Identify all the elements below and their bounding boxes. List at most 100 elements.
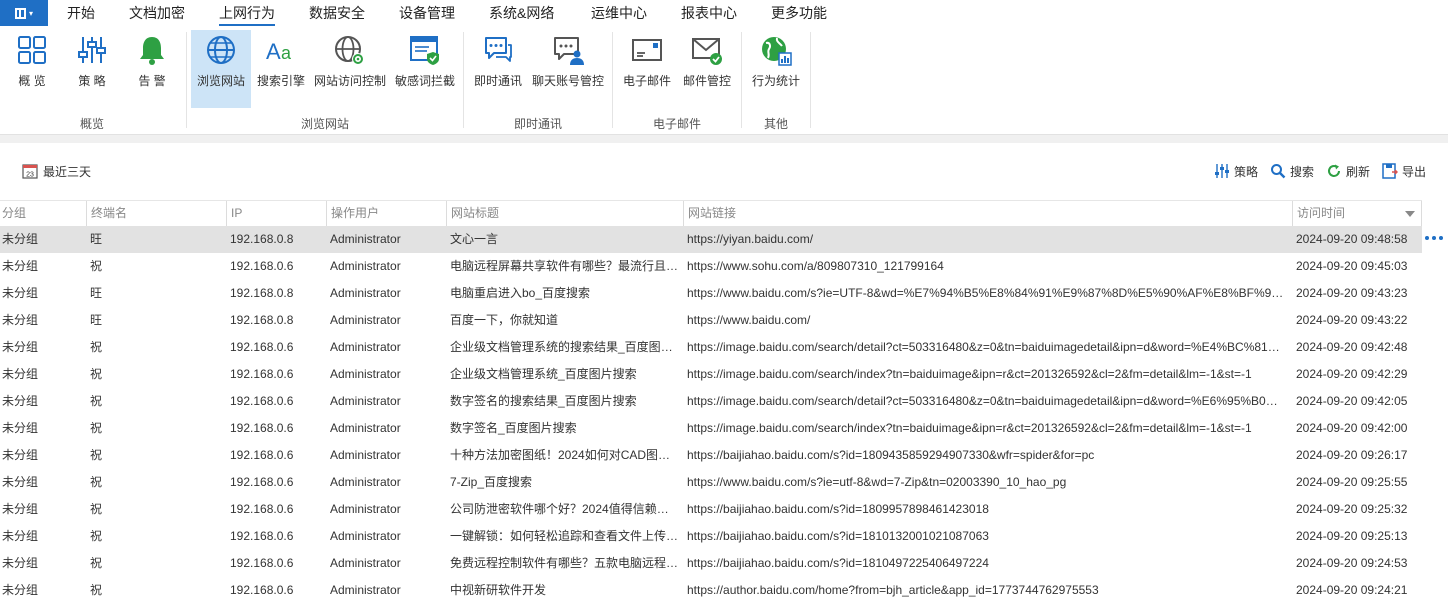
cell-url: https://baijiahao.baidu.com/s?id=1809435… — [687, 448, 1095, 462]
ribbon-email-button[interactable]: 电子邮件 — [619, 30, 675, 108]
group-label-other: 其他 — [763, 117, 788, 131]
ribbon-email-control-button[interactable]: 邮件管控 — [679, 30, 735, 108]
cell-terminal: 祝 — [90, 502, 103, 516]
column-header-time[interactable]: 访问时间 — [1292, 201, 1422, 226]
table-row[interactable]: 未分组 祝 192.168.0.6 Administrator 数字签名的搜索结果_百度… — [0, 388, 1422, 415]
menu-tab-data-security[interactable]: 数据安全 — [309, 0, 365, 26]
ribbon-alarm-button[interactable]: 告 警 — [126, 30, 178, 108]
table-row[interactable]: 未分组 祝 192.168.0.6 Administrator 公司防泄密软件哪个好？2… — [0, 496, 1422, 523]
table-row[interactable]: 未分组 祝 192.168.0.6 Administrator 中视新研软件开发 http… — [0, 577, 1422, 604]
column-header-url[interactable]: 网站链接 — [683, 201, 1292, 226]
menu-tab-internet-behavior[interactable]: 上网行为 — [219, 0, 275, 26]
table-row[interactable]: 未分组 旺 192.168.0.8 Administrator 文心一言 https://… — [0, 226, 1443, 253]
column-header-ip[interactable]: IP — [226, 201, 326, 226]
table-row[interactable]: 未分组 祝 192.168.0.6 Administrator 数字签名_百度图片搜索 h… — [0, 415, 1422, 442]
ribbon-instant-message-button[interactable]: 即时通讯 — [470, 30, 526, 108]
cell-title: 数字签名_百度图片搜索 — [450, 421, 577, 435]
menu-tab-more[interactable]: 更多功能 — [771, 0, 827, 26]
cell-group: 未分组 — [2, 421, 39, 435]
sensitive-word-icon — [410, 36, 439, 65]
table-row[interactable]: 未分组 祝 192.168.0.6 Administrator 免费远程控制软件有哪些？… — [0, 550, 1422, 577]
cell-time: 2024-09-20 09:25:32 — [1296, 502, 1408, 516]
ribbon-chat-account-button[interactable]: 聊天账号管控 — [530, 30, 606, 108]
cell-user: Administrator — [330, 448, 401, 462]
group-separator — [741, 32, 742, 128]
ribbon-bottom-strip — [0, 135, 1448, 143]
cell-terminal: 祝 — [90, 529, 103, 543]
cell-ip: 192.168.0.8 — [230, 286, 294, 300]
table-row[interactable]: 未分组 祝 192.168.0.6 Administrator 十种方法加密图纸！202… — [0, 442, 1422, 469]
ribbon-policy-button[interactable]: 策 略 — [66, 30, 118, 108]
cell-title: 企业级文档管理系统的搜索结果_百度图片搜索 — [450, 340, 679, 354]
export-button[interactable]: 导出 — [1382, 163, 1426, 180]
ribbon-button-label: 策 略 — [78, 74, 106, 88]
cell-time: 2024-09-20 09:25:55 — [1296, 475, 1408, 489]
cell-ip: 192.168.0.6 — [230, 367, 294, 381]
table-row[interactable]: 未分组 旺 192.168.0.8 Administrator 百度一下，你就知道 htt… — [0, 307, 1422, 334]
date-range-selector[interactable]: 23 最近三天 — [22, 161, 91, 181]
column-header-title[interactable]: 网站标题 — [446, 201, 683, 226]
cell-title: 电脑重启进入bo_百度搜索 — [450, 286, 591, 300]
cell-title: 公司防泄密软件哪个好？2024值得信赖的防泄密软件 — [450, 502, 679, 516]
app-menu-button[interactable]: ▾ — [0, 0, 48, 26]
cell-terminal: 祝 — [90, 367, 103, 381]
cell-time: 2024-09-20 09:42:29 — [1296, 367, 1408, 381]
cell-group: 未分组 — [2, 556, 39, 570]
table-row[interactable]: 未分组 祝 192.168.0.6 Administrator 企业级文档管理系统的搜索… — [0, 334, 1422, 361]
ribbon-sensitive-word-button[interactable]: 敏感词拦截 — [392, 30, 458, 108]
cell-terminal: 祝 — [90, 583, 103, 597]
ribbon-browse-website-button[interactable]: 浏览网站 — [191, 30, 251, 108]
column-header-user[interactable]: 操作用户 — [326, 201, 446, 226]
cell-ip: 192.168.0.6 — [230, 259, 294, 273]
table-row[interactable]: 未分组 旺 192.168.0.8 Administrator 电脑重启进入bo_百度搜… — [0, 280, 1422, 307]
ribbon-web-access-control-button[interactable]: 网站访问控制 — [312, 30, 388, 108]
cell-ip: 192.168.0.6 — [230, 394, 294, 408]
cell-ip: 192.168.0.6 — [230, 421, 294, 435]
ribbon-overview-button[interactable]: 概 览 — [6, 30, 58, 108]
cell-user: Administrator — [330, 286, 401, 300]
more-options-icon[interactable] — [1425, 236, 1443, 242]
cell-url: https://image.baidu.com/search/index?tn=… — [687, 367, 1252, 381]
cell-url: https://image.baidu.com/search/index?tn=… — [687, 421, 1252, 435]
date-range-label: 最近三天 — [43, 164, 92, 179]
table-row[interactable]: 未分组 祝 192.168.0.6 Administrator 7-Zip_百度搜索 ht… — [0, 469, 1422, 496]
refresh-icon — [1327, 164, 1340, 177]
column-header-group[interactable]: 分组 — [0, 201, 86, 226]
cell-user: Administrator — [330, 259, 401, 273]
cell-group: 未分组 — [2, 529, 39, 543]
ribbon-button-label: 网站访问控制 — [313, 74, 386, 88]
menu-tab-device-management[interactable]: 设备管理 — [399, 0, 455, 26]
ribbon-button-label: 浏览网站 — [196, 74, 245, 88]
menu-tab-doc-encrypt[interactable]: 文档加密 — [129, 0, 185, 26]
overview-icon — [18, 36, 46, 64]
ribbon-search-engine-button[interactable]: A a 搜索引擎 — [253, 30, 309, 108]
ribbon-button-label: 电子邮件 — [622, 74, 671, 88]
cell-ip: 192.168.0.6 — [230, 529, 294, 543]
export-label: 导出 — [1401, 164, 1426, 179]
column-header-time-label: 访问时间 — [1297, 206, 1346, 220]
column-header-terminal[interactable]: 终端名 — [86, 201, 226, 226]
cell-title: 免费远程控制软件有哪些？五款电脑远程控制软件推荐 — [450, 556, 679, 570]
cell-title: 7-Zip_百度搜索 — [450, 475, 533, 489]
refresh-button[interactable]: 刷新 — [1326, 163, 1370, 180]
menu-tab-start[interactable]: 开始 — [67, 0, 95, 26]
policy-button[interactable]: 策略 — [1214, 163, 1258, 180]
sort-descending-icon[interactable] — [1405, 211, 1415, 217]
menu-tab-system-network[interactable]: 系统&网络 — [489, 0, 554, 26]
table-row[interactable]: 未分组 祝 192.168.0.6 Administrator 电脑远程屏幕共享软件有哪… — [0, 253, 1422, 280]
svg-text:a: a — [281, 43, 292, 63]
cell-url: https://yiyan.baidu.com/ — [687, 232, 814, 246]
group-label-instant-message: 即时通讯 — [513, 117, 562, 131]
cell-user: Administrator — [330, 556, 401, 570]
cell-group: 未分组 — [2, 448, 39, 462]
menu-tab-report-center[interactable]: 报表中心 — [681, 0, 737, 26]
group-separator — [463, 32, 464, 128]
cell-terminal: 旺 — [90, 286, 103, 300]
ribbon-button-label: 告 警 — [138, 74, 166, 88]
chat-account-icon — [554, 37, 584, 65]
table-row[interactable]: 未分组 祝 192.168.0.6 Administrator 企业级文档管理系统_百度… — [0, 361, 1422, 388]
menu-tab-ops-center[interactable]: 运维中心 — [591, 0, 647, 26]
table-row[interactable]: 未分组 祝 192.168.0.6 Administrator 一键解锁：如何轻松追踪和… — [0, 523, 1422, 550]
search-button[interactable]: 搜索 — [1270, 163, 1314, 180]
ribbon-behavior-stats-button[interactable]: 行为统计 — [748, 30, 804, 108]
